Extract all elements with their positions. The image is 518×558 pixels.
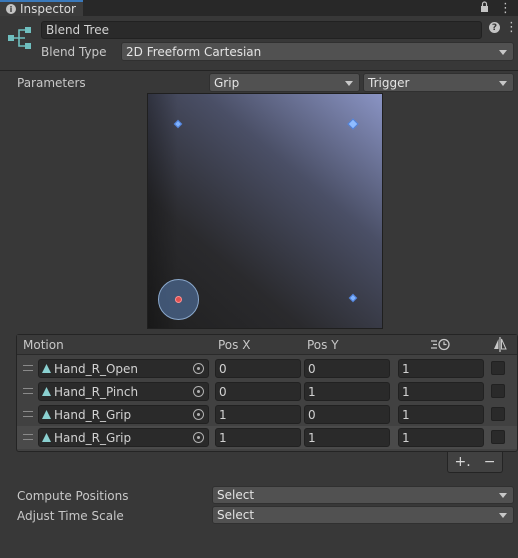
object-picker-icon[interactable] [193, 432, 204, 443]
compute-positions-dropdown[interactable]: Select [212, 486, 514, 504]
remove-motion-button[interactable]: − [484, 454, 496, 470]
speed-value: 1 [402, 384, 410, 399]
tab-inspector[interactable]: i Inspector [0, 0, 83, 16]
motion-clip-name: Hand_R_Grip [54, 407, 132, 422]
chevron-down-icon [499, 49, 507, 55]
speed-value: 1 [402, 407, 410, 422]
chevron-down-icon [345, 80, 353, 86]
menu-icon[interactable]: ⋮ [499, 1, 512, 16]
pos-x-field[interactable]: 0 [215, 382, 301, 401]
motion-clip-name: Hand_R_Grip [54, 430, 132, 445]
list-footer: +. − [447, 452, 503, 473]
mirror-icon [493, 337, 507, 355]
pos-x-value: 0 [219, 361, 227, 376]
motion-clip-field[interactable]: Hand_R_Open [38, 359, 209, 378]
speed-field[interactable]: 1 [398, 405, 484, 424]
mirror-checkbox[interactable] [491, 430, 505, 444]
motion-clip-name: Hand_R_Pinch [54, 384, 139, 399]
motion-table-header: Motion Pos X Pos Y [17, 335, 517, 355]
pos-y-field[interactable]: 0 [304, 405, 390, 424]
speed-field[interactable]: 1 [398, 428, 484, 447]
lock-icon[interactable] [480, 1, 489, 15]
pos-x-value: 1 [219, 407, 227, 422]
pos-y-value: 1 [308, 384, 316, 399]
current-position-dot [175, 296, 182, 303]
chevron-down-icon [499, 493, 507, 498]
x-parameter-dropdown[interactable]: Grip [209, 73, 360, 92]
blend-space-graph[interactable] [147, 93, 383, 329]
object-picker-icon[interactable] [193, 409, 204, 420]
pos-y-value: 0 [308, 361, 316, 376]
adjust-time-scale-value: Select [217, 508, 255, 522]
mirror-checkbox[interactable] [491, 384, 505, 398]
time-icon [431, 338, 451, 354]
speed-value: 1 [402, 361, 410, 376]
drag-handle-icon[interactable] [23, 365, 33, 371]
settings-icon[interactable]: ⋮ [505, 20, 518, 35]
motion-clip-field[interactable]: Hand_R_Grip [38, 428, 209, 447]
tab-inspector-label: Inspector [20, 2, 76, 16]
add-motion-button[interactable]: +. [455, 454, 471, 470]
pos-y-field[interactable]: 0 [304, 359, 390, 378]
y-parameter-dropdown[interactable]: Trigger [363, 73, 514, 92]
pos-y-value: 1 [308, 430, 316, 445]
animation-clip-icon [42, 364, 51, 373]
info-icon: i [6, 4, 16, 14]
object-picker-icon[interactable] [193, 386, 204, 397]
motion-clip-field[interactable]: Hand_R_Grip [38, 405, 209, 424]
adjust-time-scale-dropdown[interactable]: Select [212, 506, 514, 524]
motion-point-hand-r-grip-top[interactable] [347, 118, 359, 130]
pos-x-field[interactable]: 0 [215, 359, 301, 378]
motion-row[interactable]: Hand_R_Grip 1 0 1 [17, 403, 517, 426]
animation-clip-icon [42, 410, 51, 419]
blend-type-dropdown[interactable]: 2D Freeform Cartesian [121, 42, 514, 61]
blend-type-value: 2D Freeform Cartesian [126, 44, 262, 59]
speed-field[interactable]: 1 [398, 359, 484, 378]
parameters-label: Parameters [17, 76, 86, 90]
motion-row[interactable]: Hand_R_Pinch 0 1 1 [17, 380, 517, 403]
help-icon[interactable]: ? [489, 22, 500, 33]
drag-handle-icon[interactable] [23, 411, 33, 417]
pos-y-value: 0 [308, 407, 316, 422]
pos-x-field[interactable]: 1 [215, 428, 301, 447]
pos-x-value: 0 [219, 384, 227, 399]
divider [0, 70, 518, 71]
blend-tree-name-value: Blend Tree [46, 23, 109, 37]
compute-positions-label: Compute Positions [17, 489, 129, 503]
motion-row[interactable]: Hand_R_Open 0 0 1 [17, 357, 517, 380]
compute-positions-value: Select [217, 488, 255, 502]
adjust-time-scale-label: Adjust Time Scale [17, 509, 124, 523]
motion-table: Motion Pos X Pos Y Hand_R_Open 0 0 1 Han… [16, 334, 518, 452]
y-parameter-value: Trigger [368, 75, 410, 90]
motion-point-hand-r-grip[interactable] [348, 293, 358, 303]
x-parameter-value: Grip [214, 75, 240, 90]
motion-clip-field[interactable]: Hand_R_Pinch [38, 382, 209, 401]
drag-handle-icon[interactable] [23, 434, 33, 440]
mirror-checkbox[interactable] [491, 407, 505, 421]
chevron-down-icon [499, 513, 507, 518]
speed-field[interactable]: 1 [398, 382, 484, 401]
motion-column-header: Motion [23, 338, 64, 352]
speed-value: 1 [402, 430, 410, 445]
blend-tree-name-field[interactable]: Blend Tree [41, 21, 482, 39]
blend-tree-icon [7, 26, 33, 50]
pos-x-column-header: Pos X [218, 338, 251, 352]
tab-actions: ⋮ [480, 0, 512, 16]
pos-y-column-header: Pos Y [307, 338, 339, 352]
animation-clip-icon [42, 433, 51, 442]
pos-x-field[interactable]: 1 [215, 405, 301, 424]
pos-y-field[interactable]: 1 [304, 382, 390, 401]
drag-handle-icon[interactable] [23, 388, 33, 394]
object-picker-icon[interactable] [193, 363, 204, 374]
chevron-down-icon [499, 80, 507, 86]
motion-clip-name: Hand_R_Open [54, 361, 138, 376]
animation-clip-icon [42, 387, 51, 396]
pos-y-field[interactable]: 1 [304, 428, 390, 447]
blend-type-label: Blend Type [41, 45, 107, 59]
mirror-checkbox[interactable] [491, 361, 505, 375]
motion-row[interactable]: Hand_R_Grip 1 1 1 [17, 426, 517, 449]
pos-x-value: 1 [219, 430, 227, 445]
